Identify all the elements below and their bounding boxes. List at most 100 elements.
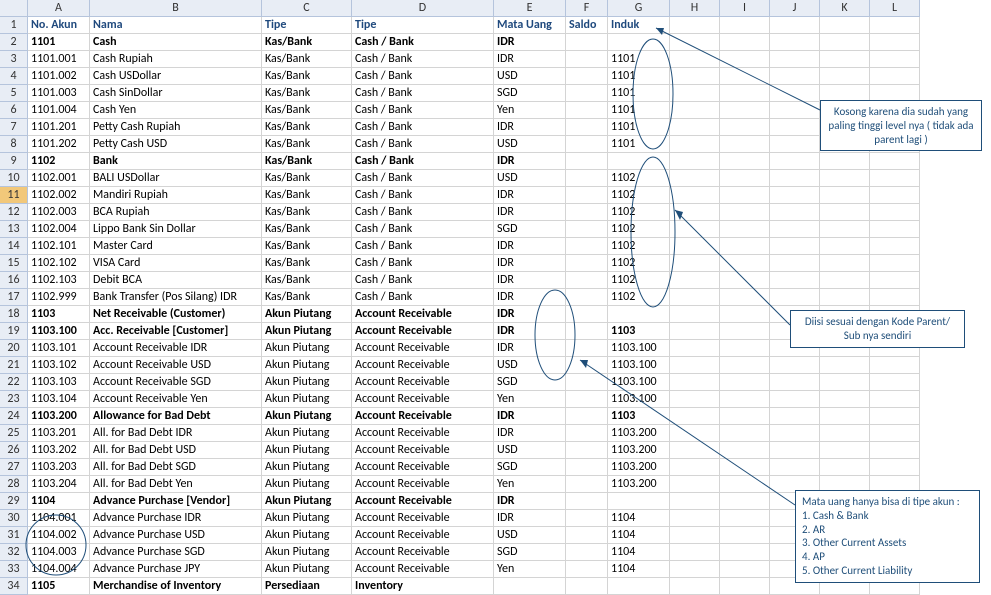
cell-E13[interactable]: SGD (494, 221, 566, 238)
row-header-16[interactable]: 16 (0, 272, 28, 289)
cell-E21[interactable]: USD (494, 357, 566, 374)
cell-I2[interactable] (720, 34, 770, 51)
cell-J23[interactable] (770, 391, 820, 408)
cell-E12[interactable]: IDR (494, 204, 566, 221)
column-header-L[interactable]: L (870, 0, 920, 17)
cell-C12[interactable]: Kas/Bank (262, 204, 352, 221)
cell-F5[interactable] (566, 85, 608, 102)
cell-E2[interactable]: IDR (494, 34, 566, 51)
cell-F2[interactable] (566, 34, 608, 51)
cell-B17[interactable]: Bank Transfer (Pos Silang) IDR (90, 289, 262, 306)
cell-B11[interactable]: Mandiri Rupiah (90, 187, 262, 204)
cell-I21[interactable] (720, 357, 770, 374)
cell-H27[interactable] (670, 459, 720, 476)
cell-L13[interactable] (870, 221, 920, 238)
row-header-14[interactable]: 14 (0, 238, 28, 255)
cell-G32[interactable]: 1104 (608, 544, 670, 561)
cell-I28[interactable] (720, 476, 770, 493)
cell-C28[interactable]: Akun Piutang (262, 476, 352, 493)
cell-J12[interactable] (770, 204, 820, 221)
cell-E22[interactable]: SGD (494, 374, 566, 391)
cell-J6[interactable] (770, 102, 820, 119)
cell-H5[interactable] (670, 85, 720, 102)
cell-H7[interactable] (670, 119, 720, 136)
cell-L4[interactable] (870, 68, 920, 85)
row-header-8[interactable]: 8 (0, 136, 28, 153)
cell-F23[interactable] (566, 391, 608, 408)
header-cell-L[interactable] (870, 17, 920, 34)
cell-D4[interactable]: Cash / Bank (352, 68, 494, 85)
cell-L2[interactable] (870, 34, 920, 51)
cell-I20[interactable] (720, 340, 770, 357)
cell-K10[interactable] (820, 170, 870, 187)
cell-G16[interactable]: 1102 (608, 272, 670, 289)
header-cell-A[interactable]: No. Akun (28, 17, 90, 34)
cell-B23[interactable]: Account Receivable Yen (90, 391, 262, 408)
row-header-26[interactable]: 26 (0, 442, 28, 459)
row-header-21[interactable]: 21 (0, 357, 28, 374)
cell-A18[interactable]: 1103 (28, 306, 90, 323)
cell-F6[interactable] (566, 102, 608, 119)
cell-C4[interactable]: Kas/Bank (262, 68, 352, 85)
cell-F3[interactable] (566, 51, 608, 68)
row-header-9[interactable]: 9 (0, 153, 28, 170)
cell-H29[interactable] (670, 493, 720, 510)
cell-B27[interactable]: All. for Bad Debt SGD (90, 459, 262, 476)
cell-J17[interactable] (770, 289, 820, 306)
cell-D26[interactable]: Account Receivable (352, 442, 494, 459)
cell-A11[interactable]: 1102.002 (28, 187, 90, 204)
cell-F24[interactable] (566, 408, 608, 425)
header-cell-G[interactable]: Induk (608, 17, 670, 34)
cell-H24[interactable] (670, 408, 720, 425)
cell-A10[interactable]: 1102.001 (28, 170, 90, 187)
cell-A9[interactable]: 1102 (28, 153, 90, 170)
cell-K12[interactable] (820, 204, 870, 221)
cell-C19[interactable]: Akun Piutang (262, 323, 352, 340)
cell-F21[interactable] (566, 357, 608, 374)
cell-C25[interactable]: Akun Piutang (262, 425, 352, 442)
cell-E17[interactable]: IDR (494, 289, 566, 306)
cell-G11[interactable]: 1102 (608, 187, 670, 204)
cell-A32[interactable]: 1104.003 (28, 544, 90, 561)
cell-K21[interactable] (820, 357, 870, 374)
cell-A13[interactable]: 1102.004 (28, 221, 90, 238)
row-header-31[interactable]: 31 (0, 527, 28, 544)
cell-D29[interactable]: Account Receivable (352, 493, 494, 510)
cell-B30[interactable]: Advance Purchase IDR (90, 510, 262, 527)
cell-B2[interactable]: Cash (90, 34, 262, 51)
cell-I7[interactable] (720, 119, 770, 136)
cell-J25[interactable] (770, 425, 820, 442)
cell-C31[interactable]: Akun Piutang (262, 527, 352, 544)
cell-F11[interactable] (566, 187, 608, 204)
cell-B19[interactable]: Acc. Receivable [Customer] (90, 323, 262, 340)
cell-L11[interactable] (870, 187, 920, 204)
cell-C13[interactable]: Kas/Bank (262, 221, 352, 238)
column-header-B[interactable]: B (90, 0, 262, 17)
cell-A31[interactable]: 1104.002 (28, 527, 90, 544)
row-header-12[interactable]: 12 (0, 204, 28, 221)
cell-L16[interactable] (870, 272, 920, 289)
cell-G19[interactable]: 1103 (608, 323, 670, 340)
cell-F14[interactable] (566, 238, 608, 255)
cell-D6[interactable]: Cash / Bank (352, 102, 494, 119)
cell-F18[interactable] (566, 306, 608, 323)
cell-J4[interactable] (770, 68, 820, 85)
cell-J22[interactable] (770, 374, 820, 391)
row-header-20[interactable]: 20 (0, 340, 28, 357)
cell-K16[interactable] (820, 272, 870, 289)
cell-K3[interactable] (820, 51, 870, 68)
cell-J13[interactable] (770, 221, 820, 238)
cell-H32[interactable] (670, 544, 720, 561)
cell-B24[interactable]: Allowance for Bad Debt (90, 408, 262, 425)
cell-H19[interactable] (670, 323, 720, 340)
cell-A16[interactable]: 1102.103 (28, 272, 90, 289)
cell-C15[interactable]: Kas/Bank (262, 255, 352, 272)
cell-D19[interactable]: Account Receivable (352, 323, 494, 340)
header-cell-B[interactable]: Nama (90, 17, 262, 34)
cell-J24[interactable] (770, 408, 820, 425)
cell-J21[interactable] (770, 357, 820, 374)
cell-J10[interactable] (770, 170, 820, 187)
cell-F31[interactable] (566, 527, 608, 544)
row-header-24[interactable]: 24 (0, 408, 28, 425)
cell-C3[interactable]: Kas/Bank (262, 51, 352, 68)
